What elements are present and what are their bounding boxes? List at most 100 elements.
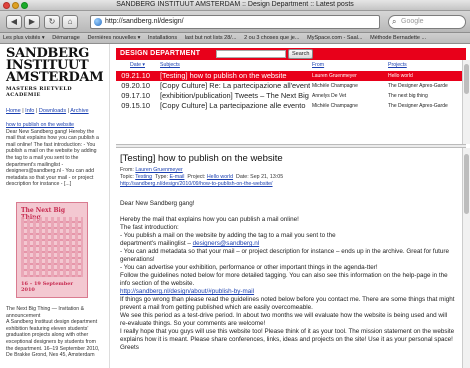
topic-link[interactable]: Testing [135,174,152,180]
snippet-title-link[interactable]: how to publish on the website [6,122,103,129]
scrollbar-thumb[interactable] [464,64,469,94]
post-from: Annelys De Vet [312,93,347,99]
post-date: 09.20.10 [121,81,150,90]
post-detail: [Testing] how to publish on the website … [120,153,456,368]
post-project: The Designer Apres-Garde [388,83,448,89]
body-greeting: Dear New Sandberg gang! [120,200,195,207]
post-subject: [exhibition/publication] Tweets – The Ne… [160,91,310,100]
window-titlebar: SANDBERG INSTITUUT AMSTERDAM :: Design D… [0,0,470,11]
post-row[interactable]: 09.20.10 [Copy Culture] Re: La partecipa… [116,81,466,91]
topic-label: Topic: [120,174,134,180]
nav-downloads-link[interactable]: Downloads [39,108,66,114]
post-body: Dear New Sandberg gang! Hereby the mail … [120,200,456,352]
search-button[interactable]: Search [288,49,314,59]
help-page-link[interactable]: http://sandberg.nl/design/about/#publish… [120,288,456,296]
site-search-input[interactable] [216,50,286,58]
column-subjects[interactable]: Subjects [160,62,180,68]
nav-home-link[interactable]: Home [6,108,21,114]
logo-line: AMSTERDAM [6,70,104,85]
bookmark-item[interactable]: Méthode Bernadette ... [367,33,429,43]
bookmark-item[interactable]: Installations [145,33,180,43]
post-row[interactable]: 09.17.10 [exhibition/publication] Tweets… [116,91,466,101]
snippet-title-link[interactable]: The Next Big Thing — Invitation & announ… [6,306,103,319]
scrollbar-thumb[interactable] [464,154,469,214]
column-date[interactable]: Date ▾ [130,62,145,68]
bookmark-item[interactable]: Dernières nouvelles ▾ [84,33,143,43]
body-paragraph: - You can add metadata so that your mail… [120,248,450,263]
column-from[interactable]: From [312,62,324,68]
search-icon: ⌕ [392,17,397,26]
permalink[interactable]: http://sandberg.nl/design/2010/09/how-to… [120,181,456,188]
logo-subtitle: MASTERS RIETVELD ACADEMIE [6,86,73,98]
mailinglist-link[interactable]: designers@sandberg.nl [193,240,260,247]
body-paragraph: I really hope that you guys will use thi… [120,328,455,343]
post-date: 09.15.10 [121,101,150,110]
post-title: [Testing] how to publish on the website [120,153,283,164]
post-datetime: Sep 21, 13:05 [250,174,284,180]
department-title: DESIGN DEPARTMENT [120,50,201,57]
project-link[interactable]: Hello world [207,174,233,180]
post-list: 09.21.10 [Testing] how to publish on the… [116,71,466,111]
page-content: SANDBERG INSTITUUT AMSTERDAM MASTERS RIE… [0,44,470,368]
body-paragraph: - You publish a mail on the website by a… [120,232,336,239]
body-paragraph: Hereby the mail that explains how you ca… [120,216,299,223]
bookmark-item[interactable]: last but not lists 28/... [182,33,240,43]
site-logo[interactable]: SANDBERG INSTITUUT AMSTERDAM [6,47,104,85]
sidebar-post-snippet-2: The Next Big Thing — Invitation & announ… [6,306,103,359]
project-label: Project: [187,174,206,180]
post-from: Michèle Champagne [312,83,358,89]
bookmark-item[interactable]: MySpace.com - Saal... [304,33,365,43]
home-button[interactable]: ⌂ [62,15,78,29]
department-header: DESIGN DEPARTMENT Search [116,48,466,60]
pane-splitter[interactable] [116,144,466,148]
forward-button[interactable]: ▶ [24,15,40,29]
exhibition-poster-image[interactable]: The Next Big Thing 16 – 19 September 201… [16,201,88,298]
post-row[interactable]: 09.15.10 [Copy Culture] La partecipazion… [116,101,466,111]
browser-toolbar: ◀ ▶ ↻ ⌂ http://sandberg.nl/design/ ⌕ Goo… [0,11,470,33]
address-bar[interactable]: http://sandberg.nl/design/ [90,15,380,29]
poster-pattern [21,216,83,277]
body-paragraph: - You can advertise your exhibition, per… [120,264,378,271]
site-globe-icon [94,18,102,26]
snippet-text: Dear New Sandberg gang! Hereby the mail … [6,128,99,188]
bookmark-item[interactable]: Les plus visités ▾ [0,33,48,43]
type-link[interactable]: E-mail [169,174,184,180]
body-paragraph: The fast introduction: [120,224,179,231]
post-subject: [Copy Culture] La partecipazione alle ev… [160,101,306,110]
nav-info-link[interactable]: Info [25,108,34,114]
body-paragraph: department's mailinglist – designers@san… [120,240,456,248]
author-link[interactable]: Lauren Gruenmeyer [135,167,182,173]
post-detail-scrollbar[interactable] [462,148,470,368]
body-paragraph: If things go wrong than please read the … [120,296,455,311]
back-button[interactable]: ◀ [6,15,22,29]
bookmark-item[interactable]: Démarrage [49,33,83,43]
sidebar-post-snippet: how to publish on the website Dear New S… [6,122,103,188]
post-from: Lauren Gruenmeyer [312,73,357,79]
bookmark-item[interactable]: 2 ou 3 choses que je... [241,33,302,43]
search-field[interactable]: ⌕ Google [388,15,466,29]
sidebar: SANDBERG INSTITUUT AMSTERDAM MASTERS RIE… [0,44,110,368]
body-paragraph: Greets [120,344,139,351]
nav-archive-link[interactable]: Archive [70,108,88,114]
column-projects[interactable]: Projects [388,62,407,68]
post-meta: From: Lauren Gruenmeyer Topic: Testing T… [120,167,456,188]
body-paragraph: We see this period as a test-drive perio… [120,312,448,327]
reload-button[interactable]: ↻ [44,15,60,29]
main-panel: DESIGN DEPARTMENT Search Date ▾ Subjects… [112,44,470,368]
post-list-scrollbar[interactable] [462,60,470,144]
from-label: From: [120,167,134,173]
poster-dates: 16 – 19 September 2010 [21,280,74,293]
body-text: department's mailinglist – [120,240,191,247]
date-label: Date: [236,174,249,180]
post-row[interactable]: 09.21.10 [Testing] how to publish on the… [116,71,466,81]
post-from: Michèle Champagne [312,103,358,109]
post-project: Hello world [388,73,413,79]
post-project: The next big thing [388,93,428,99]
bookmarks-bar: Les plus visités ▾ Démarrage Dernières n… [0,33,470,44]
post-subject: [Testing] how to publish on the website [160,71,287,80]
type-label: Type: [154,174,168,180]
address-url: http://sandberg.nl/design/ [105,18,184,25]
post-date: 09.21.10 [121,71,150,80]
post-date: 09.17.10 [121,91,150,100]
post-subject: [Copy Culture] Re: La partecipazione all… [160,81,310,90]
